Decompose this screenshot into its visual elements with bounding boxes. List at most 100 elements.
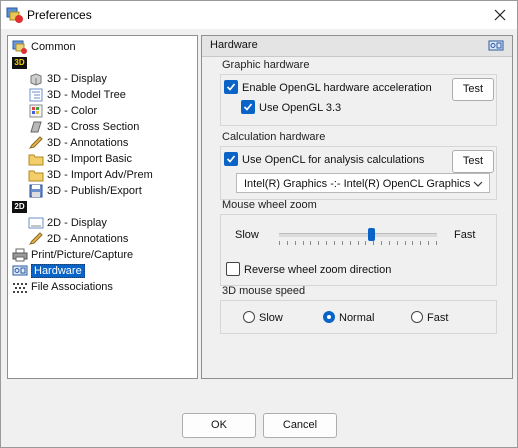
slider-tick [310, 241, 311, 245]
speed-radio-fast[interactable]: Fast [411, 310, 448, 326]
file-assoc-icon [13, 283, 27, 294]
slider-tick [318, 241, 319, 245]
cross-section-icon [30, 121, 42, 133]
tree-item-label: File Associations [31, 281, 113, 294]
speed-radio-slow[interactable]: Slow [243, 310, 283, 326]
pencil-icon [28, 136, 43, 149]
tree-item-label: 3D - Cross Section [47, 121, 140, 134]
speed-option-label: Fast [427, 312, 449, 324]
reverse-wheel-checkbox[interactable]: Reverse wheel zoom direction [226, 262, 391, 278]
folder-icon [28, 154, 44, 166]
tree-item-label: 2D - Display [47, 217, 107, 230]
slider-tick [365, 241, 366, 245]
hardware-icon [488, 40, 504, 51]
preferences-icon [6, 7, 23, 23]
slider-track [279, 233, 437, 237]
opencl-device-select[interactable]: Intel(R) Graphics -:- Intel(R) OpenCL Gr… [236, 173, 490, 193]
tree-item-hardware[interactable]: Hardware [12, 263, 85, 279]
checkbox-checked-icon [224, 152, 238, 167]
group-title: Graphic hardware [222, 59, 310, 71]
slider-tick [326, 241, 327, 245]
common-icon [12, 40, 27, 55]
tree-item-label: 3D - Import Adv/Prem [47, 169, 153, 182]
wheel-slow-label: Slow [235, 229, 259, 241]
checkbox-checked-icon [224, 80, 238, 95]
use-opencl-checkbox[interactable]: Use OpenCL for analysis calculations [224, 152, 424, 168]
tree-item-3d-display[interactable]: 3D - Display [28, 71, 107, 87]
printer-icon [12, 248, 28, 262]
slider-tick [428, 241, 429, 245]
group-title: Mouse wheel zoom [222, 199, 317, 211]
tree-item-label: 2D - Annotations [47, 233, 129, 246]
enable-opengl-label: Enable OpenGL hardware acceleration [242, 82, 432, 94]
slider-tick [436, 241, 437, 245]
tree-item-common[interactable]: Common [12, 39, 76, 55]
panel-header: Hardware [202, 36, 512, 57]
folder-icon [28, 170, 44, 182]
opencl-test-button[interactable]: Test [452, 150, 494, 173]
slider-tick [350, 241, 351, 245]
ok-button[interactable]: OK [182, 413, 256, 438]
tree-item-2d-display[interactable]: 2D - Display [28, 215, 107, 231]
slider-tick [373, 241, 374, 245]
tree-item-3d-import-basic[interactable]: 3D - Import Basic [28, 151, 132, 167]
tree-item-3d[interactable]: 3D [12, 55, 30, 71]
tree-item-label: Hardware [31, 264, 85, 279]
tree-item-file-associations[interactable]: File Associations [12, 279, 113, 295]
tree-item-label: 3D - Display [47, 73, 107, 86]
reverse-wheel-label: Reverse wheel zoom direction [244, 264, 392, 276]
panel-title: Hardware [210, 39, 258, 51]
hardware-icon [12, 265, 28, 276]
tree-list-icon [29, 88, 43, 102]
slider-tick [358, 241, 359, 245]
hardware-panel: Hardware Graphic hardware Enable OpenGL … [201, 35, 513, 379]
title-bar: Preferences [1, 1, 517, 29]
tree-item-3d-cross-section[interactable]: 3D - Cross Section [28, 119, 139, 135]
wheel-zoom-slider[interactable] [279, 225, 437, 247]
checkbox-unchecked-icon [226, 262, 240, 277]
opengl-test-button[interactable]: Test [452, 78, 494, 101]
slider-thumb[interactable] [368, 228, 375, 241]
cancel-button[interactable]: Cancel [263, 413, 337, 438]
mouse3d-speed-group: 3D mouse speed Slow Normal Fast [220, 285, 497, 334]
group-title: 3D mouse speed [222, 285, 306, 297]
preferences-tree[interactable]: Common 3D 3D - Display 3D - Model Tree 3… [7, 35, 198, 379]
tree-item-3d-annotations[interactable]: 3D - Annotations [28, 135, 128, 151]
mouse-wheel-zoom-group: Mouse wheel zoom Slow Fast Reverse wheel… [220, 199, 497, 286]
close-icon[interactable] [489, 5, 511, 25]
slider-tick [397, 241, 398, 245]
tree-item-label: 3D - Publish/Export [47, 185, 142, 198]
window-title: Preferences [27, 8, 92, 22]
speed-option-label: Slow [259, 312, 283, 324]
use-opengl33-label: Use OpenGL 3.3 [259, 102, 342, 114]
radio-unselected-icon [411, 311, 423, 324]
slider-tick [420, 241, 421, 245]
2d-category-icon: 2D [12, 201, 27, 214]
tree-item-3d-color[interactable]: 3D - Color [28, 103, 97, 119]
slider-tick [381, 241, 382, 245]
tree-item-2d-annotations[interactable]: 2D - Annotations [28, 231, 128, 247]
tree-item-3d-import-adv[interactable]: 3D - Import Adv/Prem [28, 167, 153, 183]
radio-selected-icon [323, 311, 335, 324]
tree-item-3d-publish-export[interactable]: 3D - Publish/Export [28, 183, 142, 199]
tree-item-2d[interactable]: 2D [12, 199, 30, 215]
opencl-device-value: Intel(R) Graphics -:- Intel(R) OpenCL Gr… [244, 178, 471, 190]
enable-opengl-checkbox[interactable]: Enable OpenGL hardware acceleration [224, 80, 432, 96]
tree-item-label: 3D - Import Basic [47, 153, 132, 166]
speed-radio-normal[interactable]: Normal [323, 310, 374, 326]
tree-item-label: 3D - Annotations [47, 137, 129, 150]
use-opengl33-checkbox[interactable]: Use OpenGL 3.3 [241, 100, 341, 116]
slider-tick [287, 241, 288, 245]
use-opencl-label: Use OpenCL for analysis calculations [242, 154, 425, 166]
floppy-icon [29, 184, 43, 198]
slider-tick [342, 241, 343, 245]
tree-item-label: 3D - Color [47, 105, 98, 118]
tree-item-3d-model-tree[interactable]: 3D - Model Tree [28, 87, 126, 103]
tree-item-label: Common [31, 41, 76, 54]
radio-unselected-icon [243, 311, 255, 324]
tree-item-print[interactable]: Print/Picture/Capture [12, 247, 133, 263]
wheel-fast-label: Fast [454, 229, 476, 241]
color-grid-icon [29, 104, 43, 118]
drawing-icon [28, 217, 44, 229]
slider-tick [389, 241, 390, 245]
